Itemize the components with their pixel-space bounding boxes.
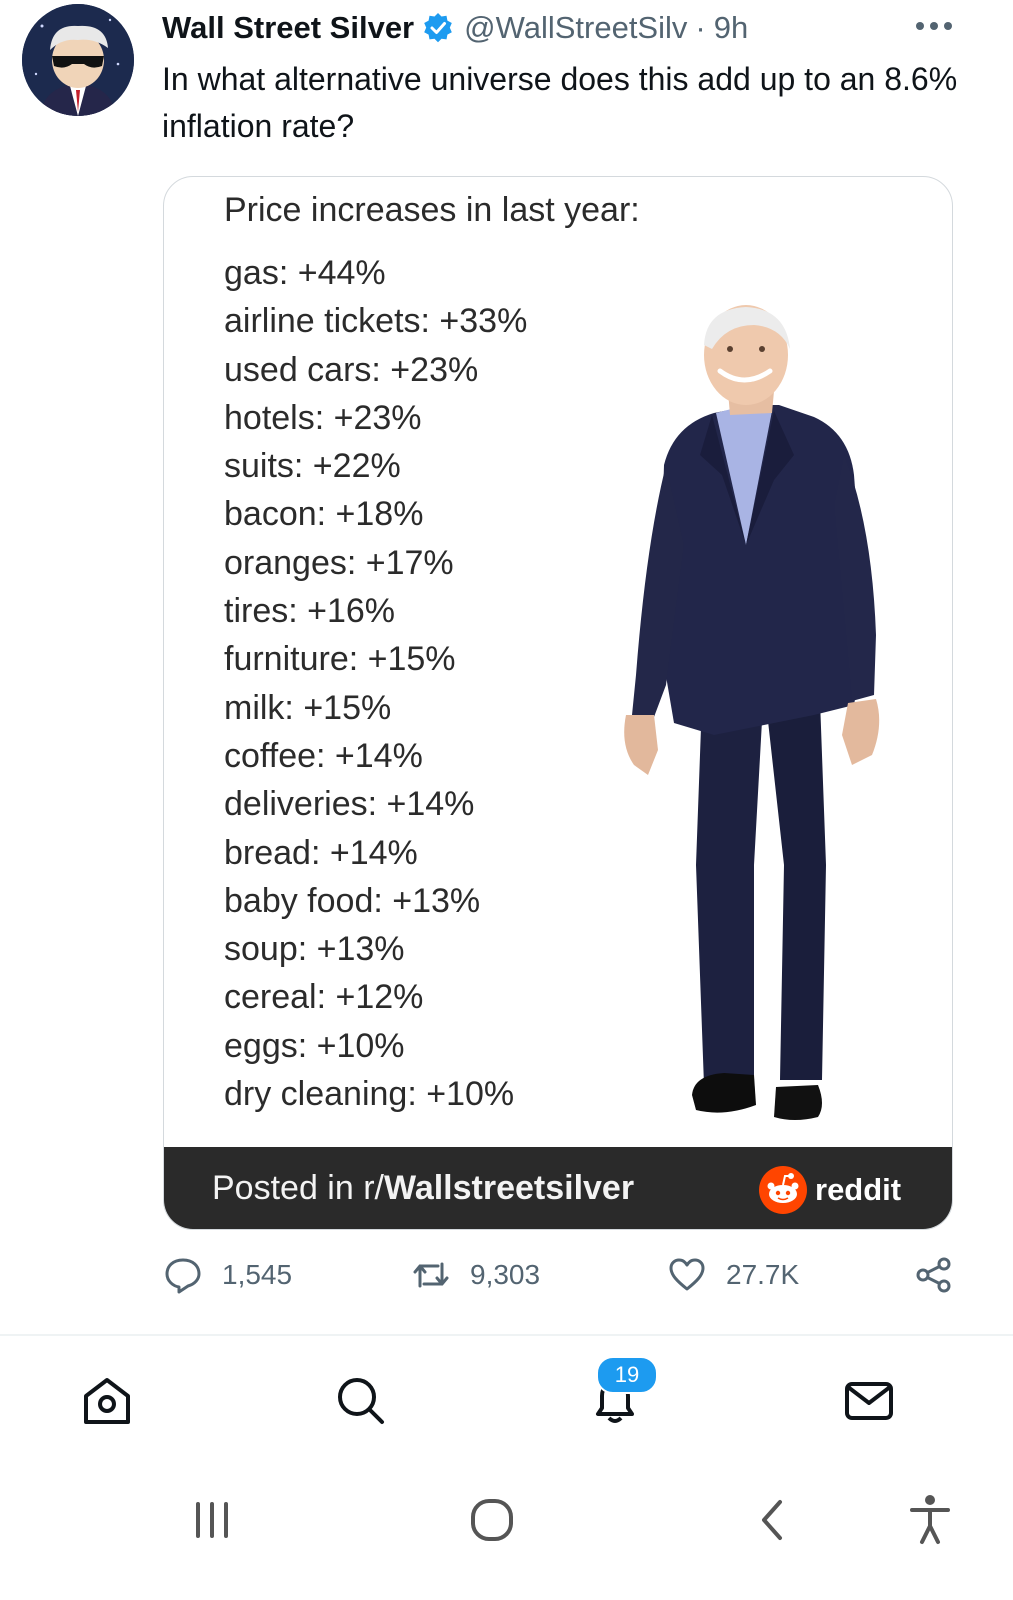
list-item: used cars: +23% (224, 350, 479, 389)
tweet-header: Wall Street Silver @WallStreetSilv · 9h (162, 8, 992, 48)
reply-button[interactable]: 1,545 (164, 1256, 292, 1294)
list-item: dry cleaning: +10% (224, 1075, 515, 1114)
footer-subreddit: Wallstreetsilver (383, 1169, 635, 1207)
list-item: furniture: +15% (224, 640, 456, 679)
reddit-badge: reddit (759, 1166, 901, 1214)
list-item: coffee: +14% (224, 736, 423, 775)
recent-apps-icon[interactable] (182, 1490, 242, 1550)
list-item: baby food: +13% (224, 881, 481, 920)
author-name[interactable]: Wall Street Silver (162, 10, 414, 46)
price-list: gas: +44% airline tickets: +33% used car… (224, 249, 527, 1118)
header-separator: · (695, 10, 706, 45)
retweet-icon (413, 1262, 449, 1288)
list-item: bread: +14% (224, 833, 418, 872)
list-item: oranges: +17% (224, 543, 454, 582)
footer-posted-in: Posted in r/Wallstreetsilver (212, 1169, 634, 1208)
list-item: gas: +44% (224, 254, 386, 292)
bottom-tab-bar (0, 1336, 1013, 1460)
system-nav-bar (0, 1460, 1013, 1600)
footer-prefix: Posted in r/ (212, 1169, 384, 1207)
media-card[interactable]: Price increases in last year: gas: +44% … (163, 176, 953, 1230)
mail-icon[interactable] (842, 1374, 896, 1428)
retweet-count: 9,303 (470, 1259, 541, 1290)
list-item: deliveries: +14% (224, 785, 475, 824)
man-in-suit-photo (624, 305, 880, 1120)
more-dots-icon[interactable] (914, 20, 954, 32)
author-avatar[interactable] (22, 4, 134, 116)
list-item: milk: +15% (224, 688, 392, 727)
reddit-icon (759, 1166, 807, 1214)
notification-badge: 19 (596, 1356, 658, 1394)
like-button[interactable]: 27.7K (668, 1256, 799, 1294)
author-handle[interactable]: @WallStreetSilv (464, 10, 687, 46)
list-item: cereal: +12% (224, 978, 424, 1017)
like-count: 27.7K (726, 1259, 800, 1290)
list-item: bacon: +18% (224, 495, 424, 534)
reddit-wordmark: reddit (815, 1172, 902, 1207)
home-circle-icon[interactable] (462, 1490, 522, 1550)
share-button[interactable] (915, 1256, 973, 1294)
heart-icon (669, 1258, 705, 1291)
card-heading: Price increases in last year: (224, 191, 640, 229)
back-icon[interactable] (744, 1490, 804, 1550)
card-footer[interactable]: Posted in r/Wallstreetsilver reddit (164, 1147, 952, 1229)
verified-badge-icon (424, 13, 452, 43)
retweet-button[interactable]: 9,303 (412, 1256, 540, 1294)
accessibility-icon[interactable] (900, 1490, 960, 1550)
list-item: suits: +22% (224, 447, 401, 486)
tweet-actions: 1,545 9,303 27.7K (0, 1256, 1013, 1312)
masked-figure-avatar-icon (22, 4, 134, 116)
tweet-text: In what alternative universe does this a… (162, 61, 958, 144)
list-item: eggs: +10% (224, 1026, 405, 1065)
tweet-time[interactable]: 9h (714, 10, 748, 46)
reply-count: 1,545 (222, 1259, 293, 1290)
home-icon[interactable] (80, 1374, 134, 1428)
list-item: tires: +16% (224, 592, 396, 631)
reply-icon (165, 1258, 201, 1294)
list-item: hotels: +23% (224, 398, 422, 437)
share-icon (916, 1257, 951, 1293)
search-icon[interactable] (334, 1374, 388, 1428)
list-item: airline tickets: +33% (224, 302, 528, 341)
list-item: soup: +13% (224, 930, 405, 969)
